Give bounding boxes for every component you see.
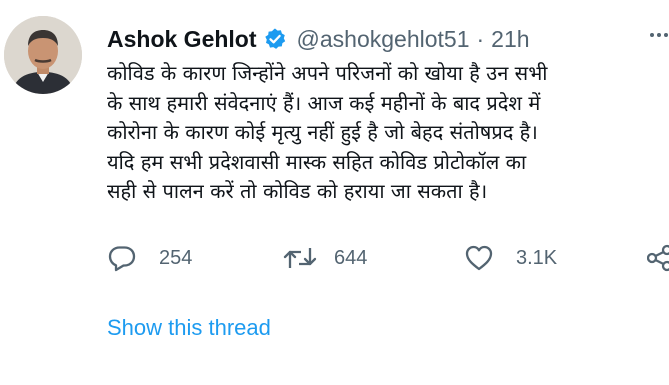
tweet-text-line: कोरोना के कारण कोई मृत्यु नहीं हुई है जो…	[107, 120, 538, 144]
like-count: 3.1K	[516, 246, 558, 269]
tweet-header: Ashok Gehlot @ashokgehlot51 · 21h	[107, 22, 530, 56]
tweet-text-line: कोविड के कारण जिन्होंने अपने परिजनों को …	[107, 61, 548, 85]
tweet-timestamp[interactable]: 21h	[491, 26, 529, 53]
tweet-text-line: यदि हम सभी प्रदेशवासी मास्क सहित कोविड प…	[107, 149, 527, 174]
reply-button[interactable]: 254	[107, 240, 192, 276]
share-button[interactable]	[647, 240, 669, 276]
show-thread-link[interactable]: Show this thread	[107, 315, 271, 341]
reply-count: 254	[159, 246, 193, 269]
display-name[interactable]: Ashok Gehlot	[107, 26, 257, 53]
share-icon	[647, 244, 669, 272]
more-icon[interactable]	[648, 24, 669, 52]
like-icon	[465, 245, 493, 271]
verified-badge-icon	[263, 27, 287, 51]
avatar[interactable]	[4, 16, 82, 94]
separator-dot: ·	[476, 25, 485, 52]
profile-photo	[4, 16, 82, 94]
like-button[interactable]: 3.1K	[464, 240, 557, 276]
retweet-button[interactable]: 644	[282, 240, 367, 276]
reply-icon	[108, 246, 136, 272]
tweet-text: कोविड के कारण जिन्होंने अपने परिजनों को …	[107, 59, 667, 207]
tweet[interactable]: Ashok Gehlot @ashokgehlot51 · 21h कोविड …	[0, 0, 669, 385]
tweet-actions: 254 644 3.1K	[107, 240, 669, 276]
retweet-count: 644	[334, 246, 368, 269]
author-handle[interactable]: @ashokgehlot51	[297, 26, 470, 53]
tweet-text-line: सही से पालन करें तो कोविड को हराया जा सक…	[107, 179, 488, 203]
tweet-text-line: के साथ हमारी संवेदनाएं हैं। आज कई महीनों…	[107, 90, 541, 115]
retweet-icon	[283, 248, 317, 268]
